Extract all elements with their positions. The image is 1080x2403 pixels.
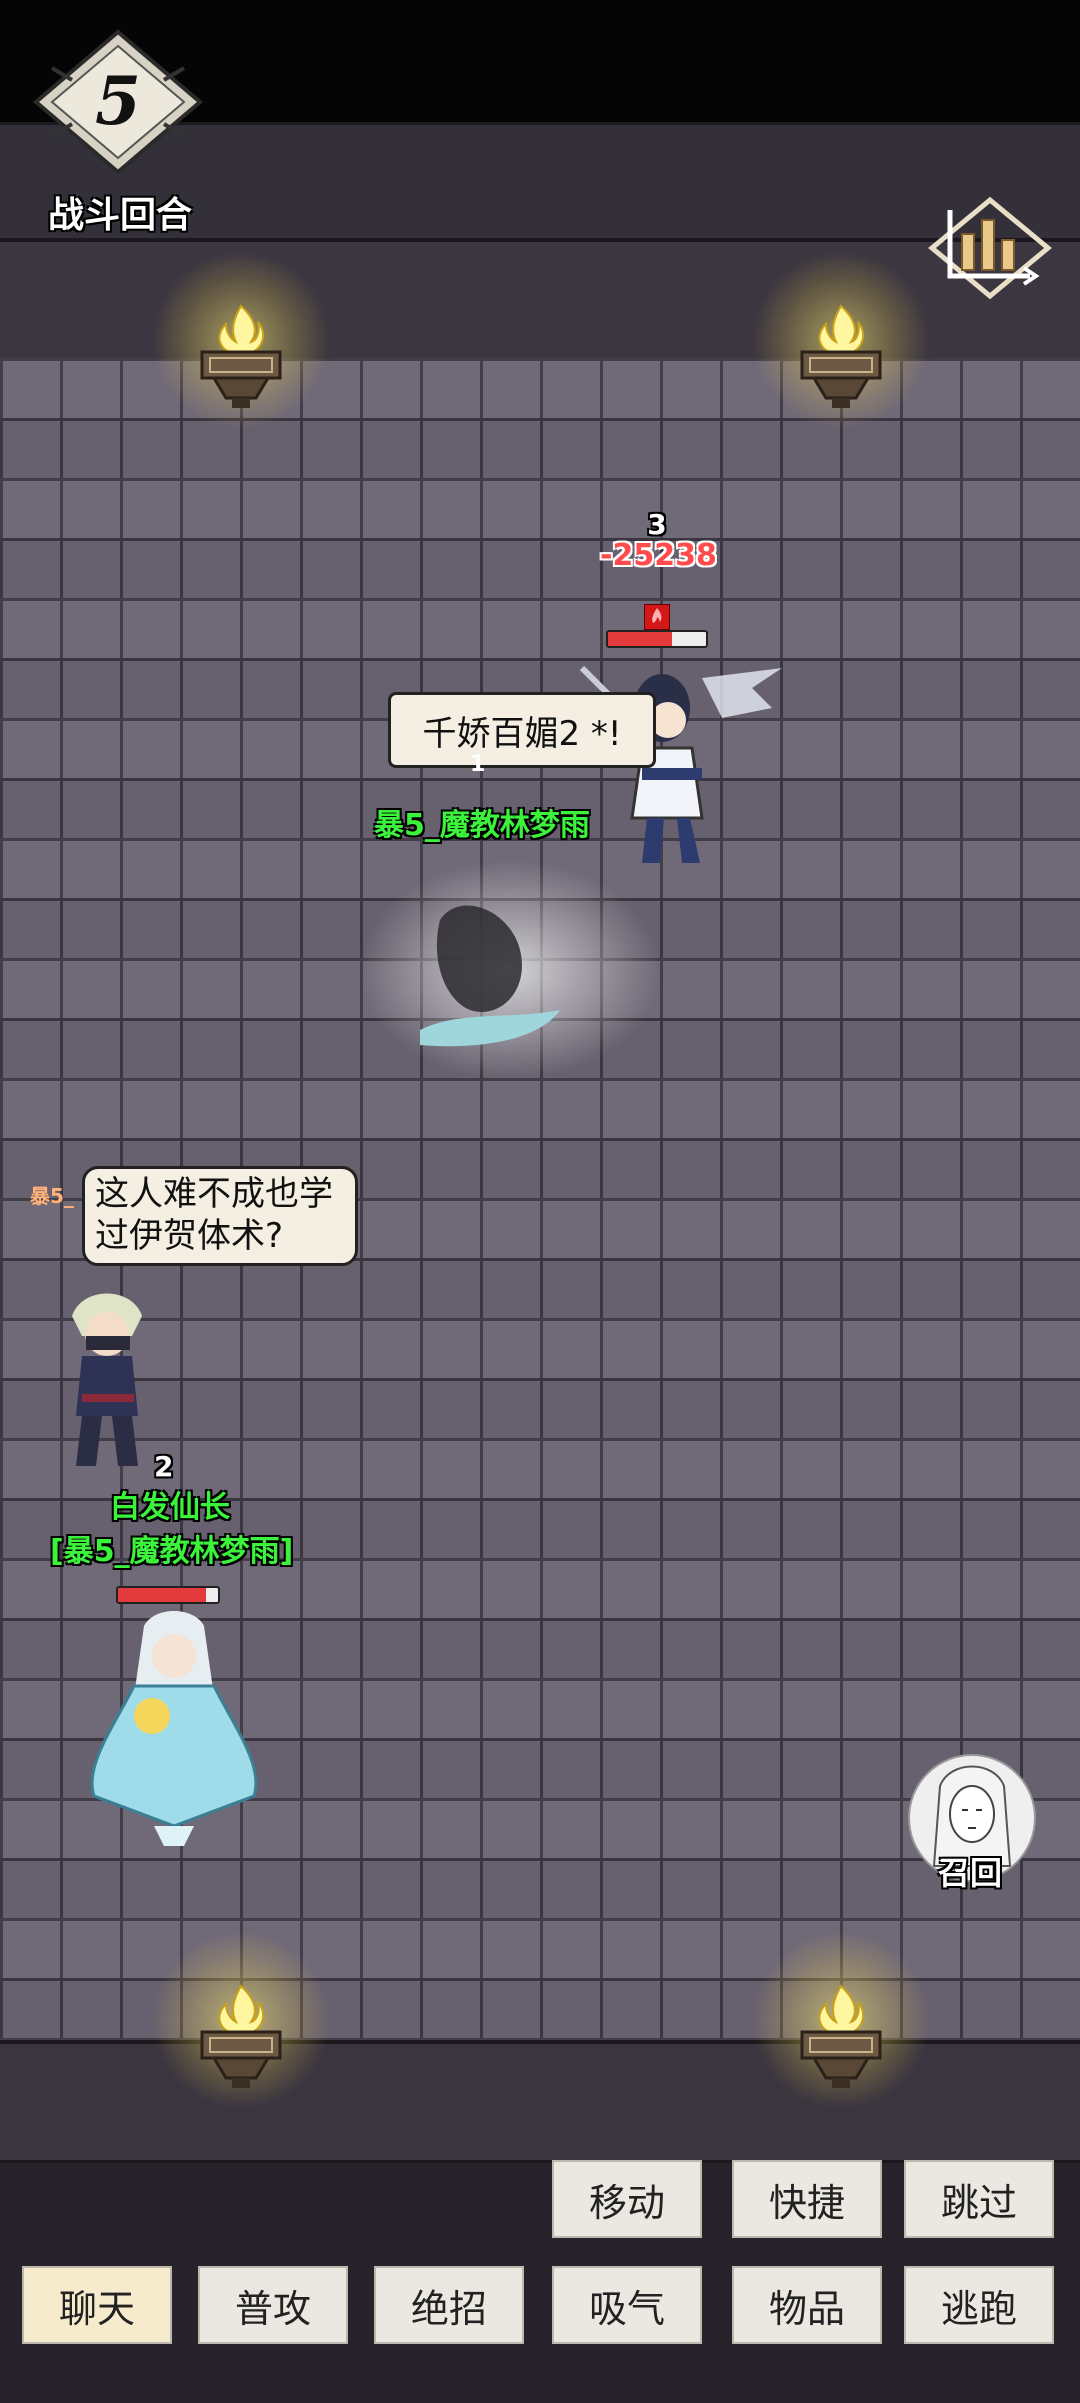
ally-tag-label: 暴5_ bbox=[30, 1184, 74, 1208]
chat-button[interactable]: 聊天 bbox=[22, 2266, 172, 2344]
torch-icon bbox=[751, 1930, 931, 2110]
breathe-button[interactable]: 吸气 bbox=[552, 2266, 702, 2344]
smoke-attack-effect bbox=[350, 850, 670, 1090]
ally-position-number: 2 bbox=[154, 1450, 174, 1483]
ally-ninja-name: 白发仙长 bbox=[110, 1490, 230, 1525]
normal-attack-button[interactable]: 普攻 bbox=[198, 2266, 348, 2344]
small-combo-number: 1 bbox=[470, 752, 486, 777]
torch-icon bbox=[151, 1930, 331, 2110]
ally-ninja-character[interactable] bbox=[52, 1286, 162, 1482]
round-number: 5 bbox=[95, 62, 141, 140]
burn-status-icon bbox=[644, 604, 670, 630]
torch-icon bbox=[751, 250, 931, 430]
skip-button[interactable]: 跳过 bbox=[904, 2160, 1054, 2238]
recall-label[interactable]: 召回 bbox=[904, 1848, 1036, 1894]
player-hp-bar bbox=[116, 1586, 220, 1604]
damage-number: -25238 bbox=[600, 538, 717, 573]
enemy-position-number: 3 bbox=[647, 508, 667, 541]
item-button[interactable]: 物品 bbox=[732, 2266, 882, 2344]
torch-icon bbox=[151, 250, 331, 430]
enemy-name-label: 暴5_魔教林梦雨 bbox=[374, 808, 590, 843]
round-label: 战斗回合 bbox=[47, 195, 192, 236]
enemy-hp-bar bbox=[606, 630, 708, 648]
shortcut-button[interactable]: 快捷 bbox=[732, 2160, 882, 2238]
ally-speech-bubble: 这人难不成也学过伊贺体术? bbox=[82, 1166, 358, 1266]
flee-button[interactable]: 逃跑 bbox=[904, 2266, 1054, 2344]
ally-target-name: [暴5_魔教林梦雨] bbox=[50, 1534, 294, 1569]
ultimate-button[interactable]: 绝招 bbox=[374, 2266, 524, 2344]
player-immortal-character[interactable] bbox=[74, 1606, 274, 1850]
move-button[interactable]: 移动 bbox=[552, 2160, 702, 2238]
round-counter-badge: 5 bbox=[32, 28, 204, 176]
battle-stats-icon[interactable] bbox=[920, 190, 1060, 310]
skill-name-bubble: 千娇百媚2 *! bbox=[388, 692, 656, 768]
